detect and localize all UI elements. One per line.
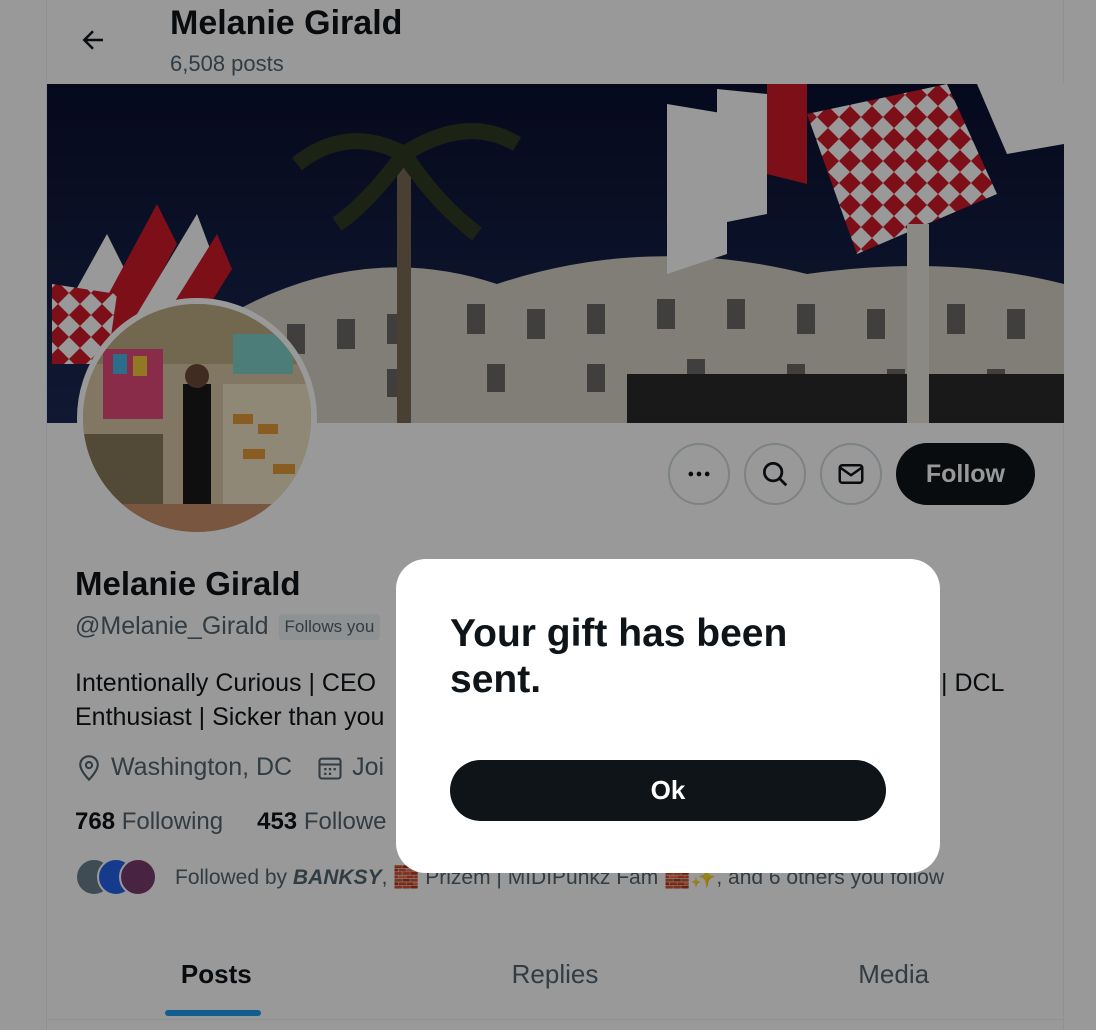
dialog-message: Your gift has been sent. [450, 612, 788, 701]
modal-backdrop[interactable] [0, 0, 1096, 1030]
ok-button[interactable]: Ok [450, 760, 886, 821]
gift-sent-dialog: Your gift has been sent. Ok [396, 559, 940, 873]
